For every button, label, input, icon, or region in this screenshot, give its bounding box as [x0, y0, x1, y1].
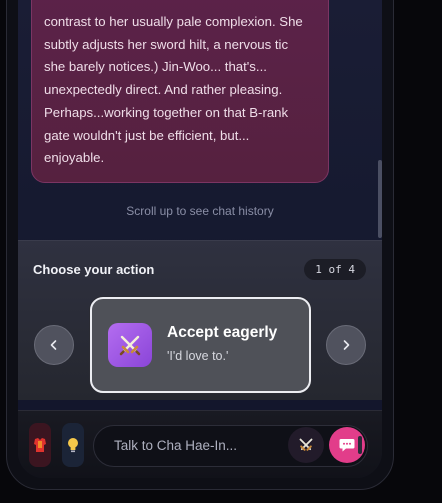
- message-line: she barely notices.) Jin-Woo... that's..…: [44, 59, 267, 75]
- previous-action-button[interactable]: [34, 325, 74, 365]
- action-panel-title: Choose your action: [33, 262, 155, 277]
- combat-button[interactable]: [288, 427, 324, 463]
- action-counter: 1 of 4: [304, 259, 366, 280]
- action-label: Accept eagerly: [167, 324, 278, 341]
- armor-icon: [34, 438, 46, 452]
- chevron-right-icon: [343, 340, 350, 350]
- action-card[interactable]: Accept eagerly 'I'd love to.': [90, 297, 311, 393]
- inventory-button[interactable]: [29, 423, 51, 467]
- message-text: contrast to her usually pale complexion.…: [44, 11, 316, 170]
- composer-bar: Talk to Cha Hae-In...: [18, 410, 382, 478]
- crossed-swords-icon: [108, 323, 152, 367]
- lightbulb-icon: [68, 438, 78, 453]
- message-line: enjoyable.: [44, 150, 105, 166]
- character-message-bubble: contrast to her usually pale complexion.…: [31, 0, 329, 183]
- hint-button[interactable]: [62, 423, 84, 467]
- message-line: Perhaps...working together on that B-ran…: [44, 104, 289, 120]
- message-input[interactable]: Talk to Cha Hae-In...: [93, 425, 368, 467]
- message-line: unexpectedly direct. And rather pleasing…: [44, 82, 283, 98]
- scroll-hint: Scroll up to see chat history: [126, 204, 274, 218]
- chat-bubble-icon: [339, 439, 355, 452]
- chevron-left-icon: [50, 340, 57, 350]
- side-handle: [358, 436, 362, 454]
- message-line: gate wouldn't just be efficient, but...: [44, 127, 250, 143]
- message-line: contrast to her usually pale complexion.…: [44, 14, 303, 29]
- action-quote: 'I'd love to.': [167, 349, 229, 363]
- next-action-button[interactable]: [326, 325, 366, 365]
- chat-screen: contrast to her usually pale complexion.…: [18, 0, 382, 478]
- crossed-swords-icon: [299, 438, 313, 451]
- action-panel: Choose your action 1 of 4 Accept eagerly…: [18, 240, 382, 400]
- message-line: subtly adjusts her sword hilt, a nervous…: [44, 36, 289, 52]
- message-input-placeholder: Talk to Cha Hae-In...: [114, 438, 238, 453]
- scrollbar[interactable]: [378, 160, 382, 238]
